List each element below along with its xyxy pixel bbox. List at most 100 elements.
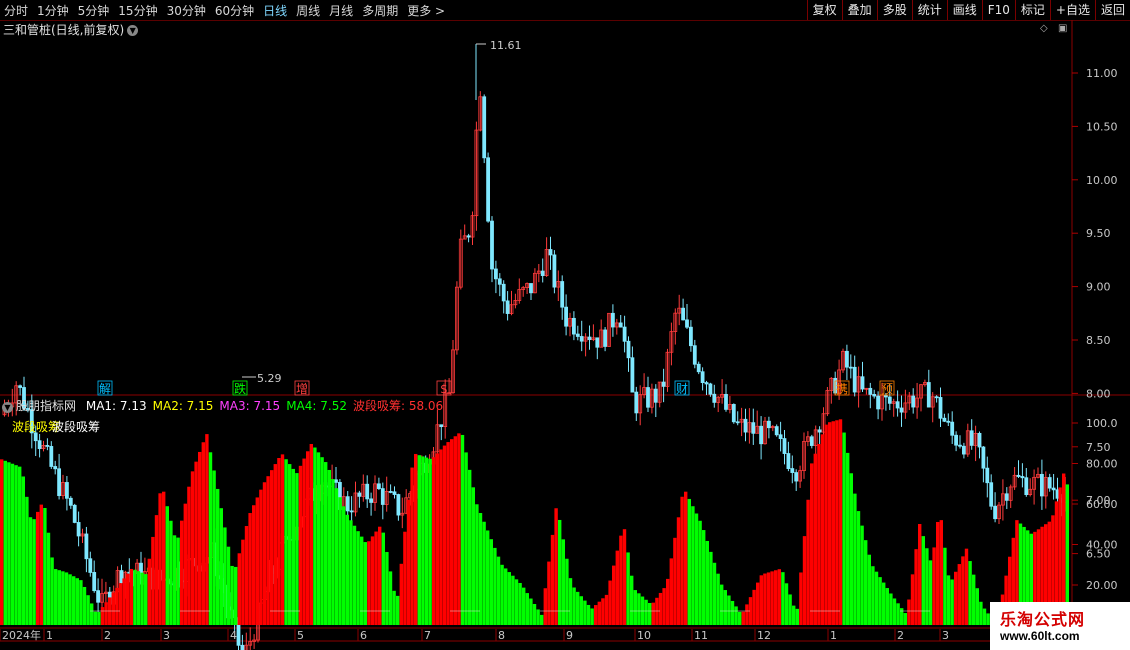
indicator-bar bbox=[594, 605, 598, 625]
candle-body bbox=[692, 345, 697, 365]
candle-body bbox=[49, 446, 54, 467]
candle-body bbox=[962, 445, 966, 455]
indicator-bar bbox=[194, 461, 198, 625]
candle-body bbox=[548, 249, 553, 256]
indicator-bar bbox=[910, 574, 915, 625]
indicator-bar bbox=[939, 520, 943, 625]
indicator-bar bbox=[273, 464, 277, 625]
candle-body bbox=[708, 383, 713, 395]
candle-body bbox=[809, 436, 814, 446]
indicator-bar bbox=[745, 604, 749, 625]
indicator-bar bbox=[928, 560, 933, 625]
indicator-bar bbox=[723, 590, 727, 625]
chart-canvas[interactable]: 11.0010.5010.009.509.008.508.007.507.006… bbox=[0, 0, 1130, 650]
indicator-bar bbox=[583, 600, 587, 625]
indicator-bar bbox=[169, 520, 173, 625]
candle-body bbox=[490, 220, 494, 270]
indicator-bar bbox=[7, 462, 11, 625]
candle-body bbox=[501, 283, 506, 302]
indicator-bar bbox=[64, 572, 69, 625]
indicator-bar bbox=[396, 595, 400, 625]
indicator-bar bbox=[817, 444, 821, 625]
indicator-bar bbox=[234, 566, 238, 625]
x-axis-label: 1 bbox=[46, 629, 53, 642]
candle-body bbox=[564, 306, 568, 327]
candle-body bbox=[946, 420, 951, 423]
indicator-bar bbox=[291, 468, 295, 625]
indicator-bar bbox=[93, 611, 97, 625]
candle-body bbox=[1004, 493, 1009, 501]
indicator-bar bbox=[712, 562, 717, 625]
indicator-bar bbox=[525, 593, 529, 625]
candle-body bbox=[88, 558, 93, 573]
candle-body bbox=[33, 432, 38, 442]
price-tick-label: 10.50 bbox=[1086, 120, 1118, 133]
indicator-bar bbox=[586, 604, 591, 625]
indicator-bar bbox=[435, 453, 439, 625]
indicator-bar bbox=[975, 588, 979, 625]
candle-body bbox=[466, 235, 471, 238]
indicator-bar bbox=[853, 493, 857, 625]
watermark-title: 乐淘公式网 bbox=[1000, 610, 1086, 629]
indicator-bar bbox=[61, 571, 65, 625]
indicator-bar bbox=[421, 456, 425, 625]
candle-body bbox=[958, 444, 962, 447]
candle-body bbox=[778, 434, 783, 439]
indicator-bar bbox=[46, 532, 51, 625]
ind-tick-label: 60.00 bbox=[1086, 498, 1118, 511]
x-axis-label: 12 bbox=[757, 629, 771, 642]
indicator-bar bbox=[698, 520, 702, 625]
indicator-bar bbox=[414, 453, 418, 625]
indicator-bar bbox=[122, 578, 126, 625]
indicator-bar bbox=[604, 594, 609, 625]
x-axis-label: 2 bbox=[897, 629, 904, 642]
indicator-bar bbox=[504, 568, 508, 625]
indicator-bar bbox=[914, 549, 918, 625]
indicator-bar bbox=[288, 464, 292, 625]
indicator-bar bbox=[932, 547, 936, 625]
indicator-bar bbox=[478, 513, 483, 625]
indicator-bar bbox=[568, 578, 573, 625]
candle-body bbox=[334, 479, 338, 483]
indicator-bar bbox=[810, 463, 814, 625]
indicator-bar bbox=[252, 505, 256, 625]
indicator-bar bbox=[262, 482, 267, 625]
indicator-bar bbox=[72, 576, 76, 625]
event-marker: 预 bbox=[881, 382, 893, 396]
indicator-bar bbox=[831, 421, 835, 625]
indicator-bar bbox=[342, 506, 346, 625]
indicator-bar bbox=[554, 508, 558, 625]
candle-body bbox=[497, 278, 502, 285]
candle-body bbox=[981, 446, 986, 469]
indicator-bar bbox=[176, 537, 180, 625]
indicator-bar bbox=[878, 577, 882, 625]
candle-body bbox=[774, 426, 779, 436]
indicator-bar bbox=[709, 551, 713, 625]
indicator-bar bbox=[896, 603, 900, 625]
candle-body bbox=[911, 395, 916, 408]
ind-tick-label: 100.0 bbox=[1086, 417, 1118, 430]
indicator-bar bbox=[795, 608, 799, 625]
indicator-bar bbox=[309, 444, 313, 625]
candle-body bbox=[560, 281, 565, 308]
candle-body bbox=[696, 363, 701, 373]
indicator-bar bbox=[424, 457, 429, 625]
indicator-bar bbox=[270, 470, 274, 625]
candle-body bbox=[369, 498, 374, 503]
indicator-bar bbox=[972, 574, 976, 625]
indicator-bar bbox=[619, 535, 623, 625]
indicator-bar bbox=[417, 455, 421, 625]
x-axis-label: 4 bbox=[230, 629, 237, 642]
indicator-bar bbox=[727, 595, 731, 625]
indicator-bar bbox=[514, 579, 519, 625]
indicator-bar bbox=[277, 458, 281, 625]
candle-body bbox=[872, 394, 877, 397]
indicator-bar bbox=[626, 552, 630, 625]
chevron-down-icon[interactable]: ▼ bbox=[2, 402, 13, 413]
candle-body bbox=[887, 396, 892, 404]
indicator-bar bbox=[90, 603, 94, 625]
indicator-bar bbox=[903, 613, 907, 625]
candle-body bbox=[345, 496, 350, 512]
candle-body bbox=[689, 326, 693, 347]
candle-body bbox=[552, 254, 557, 288]
